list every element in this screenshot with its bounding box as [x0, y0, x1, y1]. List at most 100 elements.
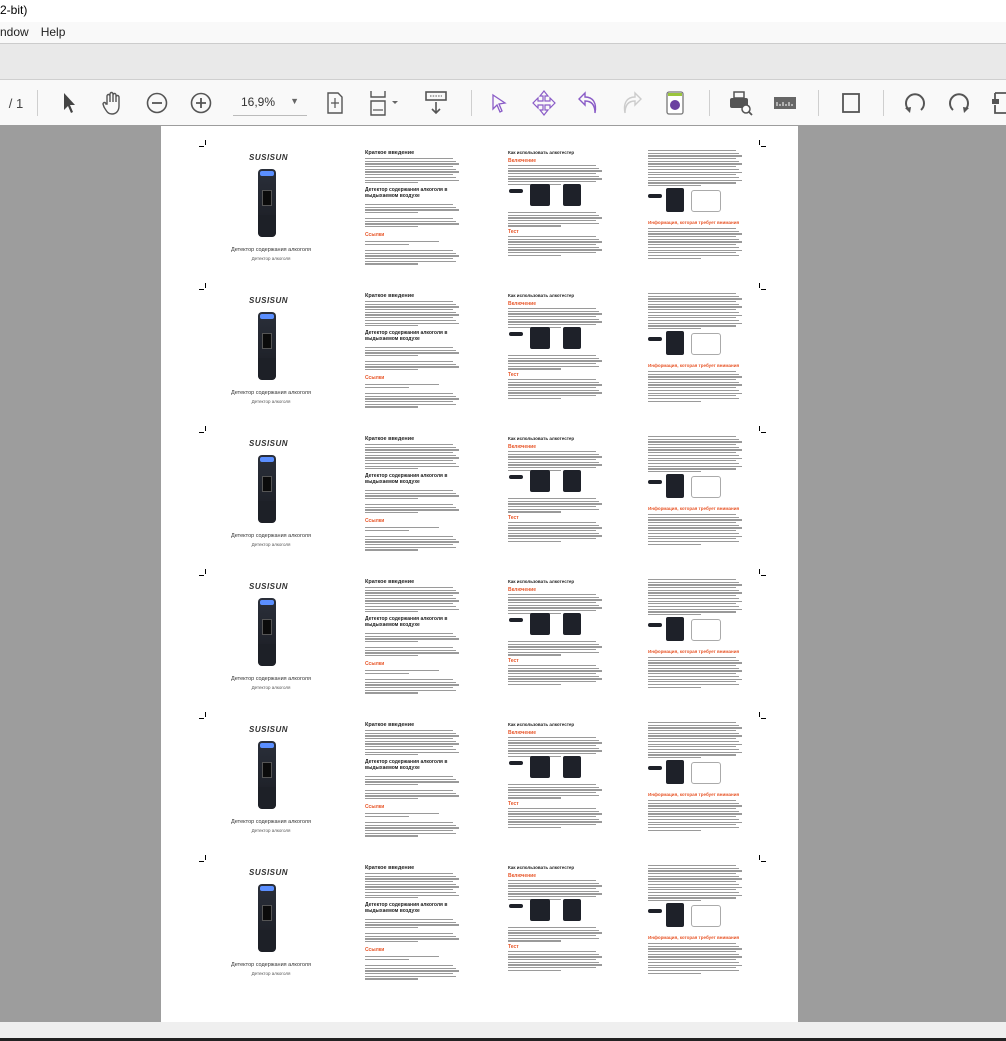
- body-text-lines: [365, 361, 461, 372]
- body-text-lines: [365, 956, 445, 961]
- body-text-lines: [365, 218, 461, 229]
- hand-icon[interactable]: [100, 90, 126, 116]
- links-heading: Ссылки: [365, 804, 385, 810]
- body-text-lines: [648, 579, 744, 617]
- tab-band: [0, 44, 1006, 80]
- caption-main: Детектор содержания алкоголя: [231, 390, 311, 396]
- body-text-lines: [508, 927, 604, 943]
- body-text-lines: [365, 776, 461, 787]
- body-text-lines: [648, 865, 744, 903]
- fit-page-icon[interactable]: [323, 90, 347, 116]
- device-image: [258, 598, 276, 666]
- manual-panel: SUSISUN Детектор содержания алкоголя Дет…: [161, 698, 798, 841]
- manual-panel: SUSISUN Детектор содержания алкоголя Дет…: [161, 269, 798, 412]
- links-heading: Ссылки: [365, 947, 385, 953]
- pan-move-icon[interactable]: [530, 90, 558, 116]
- body-text-lines: [508, 379, 604, 401]
- section-heading: Детектор содержания алкоголя в выдыхаемо…: [365, 187, 448, 199]
- chevron-down-icon[interactable]: ▼: [290, 96, 299, 106]
- device-image: [258, 312, 276, 380]
- zoom-value: 16,9%: [241, 95, 276, 109]
- measure-icon[interactable]: [772, 90, 798, 116]
- caption-main: Детектор содержания алкоголя: [231, 819, 311, 825]
- fit-width-icon[interactable]: [366, 90, 402, 116]
- zoom-out-icon[interactable]: [144, 90, 170, 116]
- body-text-lines: [508, 236, 604, 258]
- caption-main: Детектор содержания алкоголя: [231, 962, 311, 968]
- menu-window[interactable]: ndow: [0, 25, 29, 43]
- intro-heading: Краткое введение: [365, 436, 415, 442]
- body-text-lines: [648, 228, 744, 260]
- 3d-object-icon[interactable]: [664, 90, 686, 116]
- brand-logo: SUSISUN: [249, 439, 289, 448]
- body-text-lines: [365, 384, 445, 389]
- rotate-right-icon[interactable]: [946, 90, 972, 116]
- body-text-lines: [365, 730, 461, 757]
- print-preview-icon[interactable]: [727, 90, 755, 116]
- menu-help[interactable]: Help: [41, 25, 66, 43]
- single-page-icon[interactable]: [840, 90, 862, 116]
- body-text-lines: [508, 212, 604, 228]
- body-text-lines: [365, 527, 445, 532]
- body-text-lines: [648, 514, 744, 546]
- body-text-lines: [508, 594, 604, 616]
- body-text-lines: [365, 536, 461, 552]
- body-text-lines: [648, 722, 744, 760]
- extract-page-icon[interactable]: [990, 90, 1006, 116]
- zoom-level-select[interactable]: 16,9% ▼: [233, 92, 307, 116]
- device-image: [258, 169, 276, 237]
- body-text-lines: [365, 873, 461, 900]
- manual-panel: SUSISUN Детектор содержания алкоголя Дет…: [161, 412, 798, 555]
- body-text-lines: [648, 800, 744, 832]
- body-text-lines: [648, 293, 744, 331]
- caption-main: Детектор содержания алкоголя: [231, 533, 311, 539]
- body-text-lines: [508, 641, 604, 657]
- intro-heading: Краткое введение: [365, 865, 415, 871]
- page-total: / 1: [8, 95, 24, 111]
- body-text-lines: [508, 451, 604, 473]
- redo-icon[interactable]: [620, 90, 644, 116]
- test-heading: Тест: [508, 515, 519, 521]
- section-heading: Детектор содержания алкоголя в выдыхаемо…: [365, 616, 448, 628]
- undo-icon[interactable]: [576, 90, 600, 116]
- brand-logo: SUSISUN: [249, 582, 289, 591]
- test-heading: Тест: [508, 658, 519, 664]
- body-text-lines: [648, 943, 744, 975]
- pdf-page: SUSISUN Детектор содержания алкоголя Дет…: [161, 126, 798, 1022]
- power-heading: Включение: [508, 587, 536, 593]
- status-bar: [0, 1022, 1006, 1038]
- body-text-lines: [365, 813, 445, 818]
- caption-sub: Детектор алкоголя: [251, 685, 291, 690]
- body-text-lines: [365, 633, 461, 644]
- power-heading: Включение: [508, 301, 536, 307]
- links-heading: Ссылки: [365, 232, 385, 238]
- scroll-mode-icon[interactable]: [423, 90, 449, 116]
- usage-heading: Как использовать алкотестер: [508, 293, 575, 298]
- brand-logo: SUSISUN: [249, 153, 289, 162]
- section-heading: Детектор содержания алкоголя в выдыхаемо…: [365, 759, 448, 771]
- annotation-select-icon[interactable]: [488, 90, 510, 116]
- toolbar: / 1: [0, 80, 1006, 125]
- body-text-lines: [508, 737, 604, 759]
- manual-panel: SUSISUN Детектор содержания алкоголя Дет…: [161, 126, 798, 269]
- caption-main: Детектор содержания алкоголя: [231, 247, 311, 253]
- usage-heading: Как использовать алкотестер: [508, 579, 575, 584]
- intro-heading: Краткое введение: [365, 150, 415, 156]
- body-text-lines: [508, 522, 604, 544]
- select-arrow-icon[interactable]: [58, 90, 80, 116]
- body-text-lines: [508, 880, 604, 902]
- document-viewer[interactable]: SUSISUN Детектор содержания алкоголя Дет…: [0, 125, 1006, 1022]
- attention-heading: Информация, которая требует внимания: [648, 506, 740, 511]
- zoom-in-icon[interactable]: [188, 90, 214, 116]
- body-text-lines: [365, 393, 461, 409]
- attention-heading: Информация, которая требует внимания: [648, 935, 740, 940]
- rotate-left-icon[interactable]: [902, 90, 928, 116]
- caption-sub: Детектор алкоголя: [251, 828, 291, 833]
- body-text-lines: [508, 308, 604, 330]
- test-heading: Тест: [508, 372, 519, 378]
- body-text-lines: [365, 490, 461, 501]
- body-text-lines: [365, 158, 461, 185]
- intro-heading: Краткое введение: [365, 293, 415, 299]
- usage-heading: Как использовать алкотестер: [508, 150, 575, 155]
- body-text-lines: [648, 371, 744, 403]
